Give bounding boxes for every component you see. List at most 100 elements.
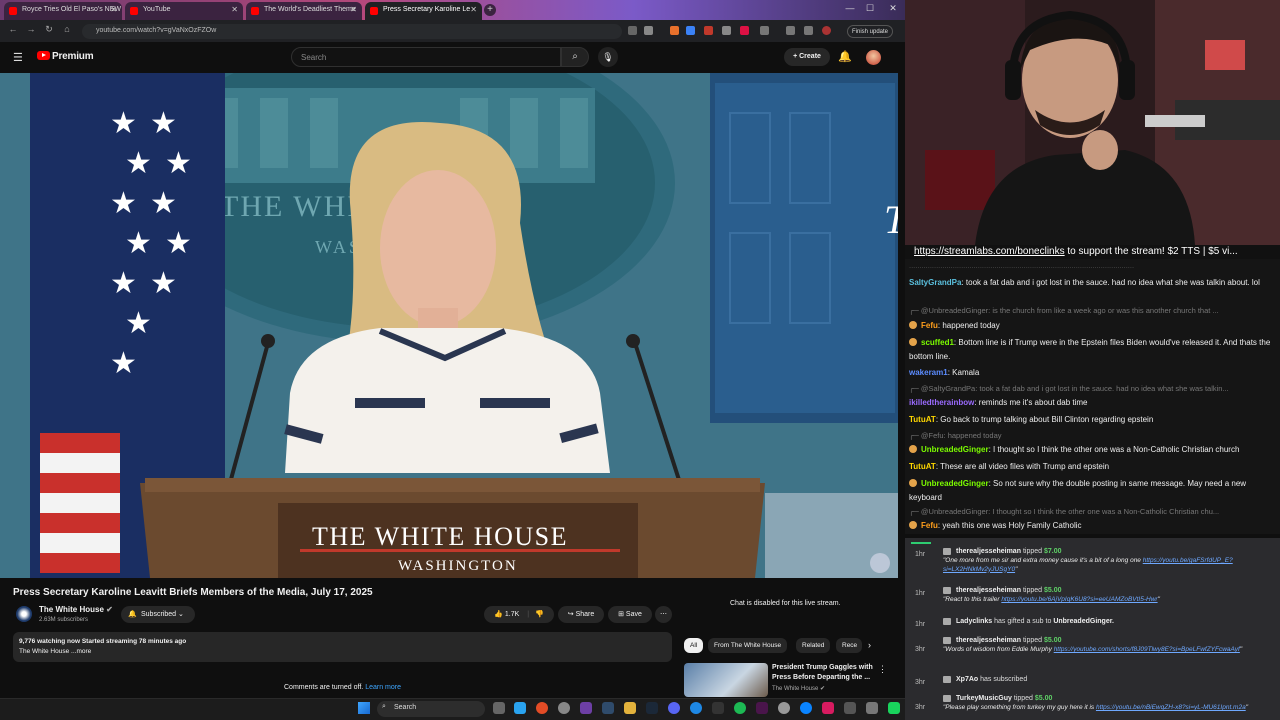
back-icon[interactable]: ← [6, 24, 20, 34]
forward-icon[interactable]: → [24, 24, 38, 34]
event-row: 3hr TurkeyMusicGuy tipped $5.00 "Please … [905, 693, 1280, 720]
close-tab-icon[interactable]: ✕ [350, 5, 357, 14]
related-video-title[interactable]: President Trump Gaggles with Press Befor… [772, 663, 877, 683]
thumbs-up-icon[interactable]: 👍 [494, 611, 503, 618]
chat-username[interactable]: TutuAT [909, 415, 936, 424]
save-button[interactable]: ⊞ Save [608, 606, 652, 623]
chat-username[interactable]: ikilledtherainbow [909, 398, 974, 407]
finish-update-button[interactable]: Finish update [847, 25, 893, 38]
extension-icon[interactable] [686, 26, 695, 35]
more-actions-icon[interactable]: ⋯ [655, 606, 672, 623]
home-icon[interactable]: ⌂ [60, 24, 74, 34]
chrome-icon[interactable] [536, 702, 548, 714]
url-field[interactable]: youtube.com/watch?v=gVaNxOzFZOw [82, 24, 622, 39]
subscribed-button[interactable]: 🔔 Subscribed ⌄ [121, 606, 195, 623]
podium-text: THE WHITE HOUSE [312, 522, 568, 551]
chat-username[interactable]: Fefu [921, 321, 938, 330]
extension-icon[interactable] [704, 26, 713, 35]
chip-all[interactable]: All [684, 638, 704, 653]
hamburger-menu-icon[interactable]: ☰ [13, 51, 23, 64]
app-icon[interactable] [822, 702, 834, 714]
create-button[interactable]: + Create [784, 48, 830, 66]
chat-username[interactable]: SaltyGrandPa [909, 278, 961, 287]
sidebar-icon[interactable] [786, 26, 795, 35]
extensions-puzzle-icon[interactable] [760, 26, 769, 35]
app-icon[interactable] [690, 702, 702, 714]
spotify-icon[interactable] [734, 702, 746, 714]
app-icon[interactable] [800, 702, 812, 714]
chip-related[interactable]: Related [796, 638, 831, 653]
app-icon[interactable] [756, 702, 768, 714]
app-icon[interactable] [888, 702, 900, 714]
bookmark-star-icon[interactable] [644, 26, 653, 35]
description-box[interactable]: 9,776 watching now Started streaming 78 … [13, 632, 672, 662]
download-icon[interactable] [804, 26, 813, 35]
search-input[interactable]: Search [291, 47, 561, 67]
badge-icon [909, 479, 917, 487]
profile-avatar-icon[interactable] [822, 26, 831, 35]
more-vert-icon[interactable]: ⋮ [878, 664, 887, 675]
video-player[interactable]: THE WHITE HOUSE WASHINGTON T ★ ★ ★ ★ ★ ★ ★ ★ ★… [0, 73, 898, 578]
discord-icon[interactable] [668, 702, 680, 714]
chip-recent[interactable]: Rece [836, 638, 862, 653]
app-icon[interactable] [866, 702, 878, 714]
svg-text:★: ★ [165, 226, 192, 261]
share-button[interactable]: ↪ Share [558, 606, 604, 623]
chat-username[interactable]: wakeram1 [909, 368, 948, 377]
chat-username[interactable]: Fefu [921, 521, 938, 530]
search-icon[interactable]: ⌕ [561, 47, 589, 67]
app-icon[interactable] [580, 702, 592, 714]
thumbs-down-icon[interactable]: 👎 [535, 611, 544, 618]
close-tab-icon[interactable]: ✕ [110, 5, 117, 14]
tab-royce[interactable]: Royce Tries Old El Paso's NEW ✕ [4, 2, 122, 20]
related-video-channel[interactable]: The White House ✔ [772, 685, 825, 692]
channel-avatar[interactable] [16, 606, 32, 622]
close-window-icon[interactable]: ✕ [883, 3, 903, 14]
task-view-icon[interactable] [493, 702, 505, 714]
microphone-icon[interactable]: 🎙 [598, 47, 618, 67]
notifications-bell-icon[interactable]: 🔔 [838, 50, 852, 63]
file-explorer-icon[interactable] [624, 702, 636, 714]
stream-chat: ........................................… [905, 259, 1280, 534]
app-icon[interactable] [844, 702, 856, 714]
event-link[interactable]: https://youtube.com/shorts/f8J09Tlwy8E?s… [1054, 646, 1240, 653]
tab-deadliest-theme[interactable]: The World's Deadliest Theme ✕ [246, 2, 362, 20]
streamlabs-link[interactable]: https://streamlabs.com/boneclinks [914, 246, 1065, 257]
tab-press-secretary[interactable]: Press Secretary Karoline Le ✕ [365, 2, 482, 20]
chat-username[interactable]: TutuAT [909, 462, 936, 471]
steam-icon[interactable] [646, 702, 658, 714]
maximize-icon[interactable]: ☐ [860, 3, 880, 14]
edge-icon[interactable] [514, 702, 526, 714]
app-icon[interactable] [558, 702, 570, 714]
chat-username[interactable]: UnbreadedGinger [921, 445, 989, 454]
new-tab-button[interactable]: + [484, 4, 496, 16]
close-tab-icon[interactable]: ✕ [231, 5, 238, 14]
app-icon[interactable] [778, 702, 790, 714]
chevron-right-icon[interactable]: › [868, 640, 871, 650]
event-link[interactable]: https://youtu.be/6AjVpIqK6U8?si=eeUAMZoB… [1001, 596, 1157, 603]
event-link[interactable]: https://youtu.be/nBiEwqZH-x8?si=yL-MU61I… [1096, 704, 1246, 711]
chat-username[interactable]: scuffed1 [921, 338, 954, 347]
extension-icon[interactable] [722, 26, 731, 35]
extension-icon[interactable] [740, 26, 749, 35]
app-icon[interactable] [602, 702, 614, 714]
taskbar-search[interactable]: ⌕ Search [377, 701, 485, 717]
cast-icon[interactable] [628, 26, 637, 35]
minimize-icon[interactable]: — [840, 3, 860, 13]
extension-icon[interactable] [670, 26, 679, 35]
like-count[interactable]: 1.7K [505, 611, 519, 618]
close-tab-icon[interactable]: ✕ [470, 5, 477, 14]
windows-start-icon[interactable] [358, 702, 370, 714]
youtube-premium-logo[interactable]: Premium [37, 51, 94, 62]
learn-more-link[interactable]: Learn more [365, 684, 401, 691]
channel-name[interactable]: The White House ✔ [39, 605, 113, 614]
chip-from-channel[interactable]: From The White House [708, 638, 788, 653]
save-icon: ⊞ [618, 611, 624, 618]
related-video-thumbnail[interactable] [684, 663, 768, 697]
chat-username[interactable]: UnbreadedGinger [921, 479, 989, 488]
tab-youtube[interactable]: YouTube ✕ [125, 2, 243, 20]
avatar[interactable] [866, 50, 881, 65]
obs-icon[interactable] [712, 702, 724, 714]
reload-icon[interactable]: ↻ [42, 24, 56, 35]
event-row: 1hr therealjesseheiman tipped $5.00 "Rea… [905, 585, 1280, 609]
